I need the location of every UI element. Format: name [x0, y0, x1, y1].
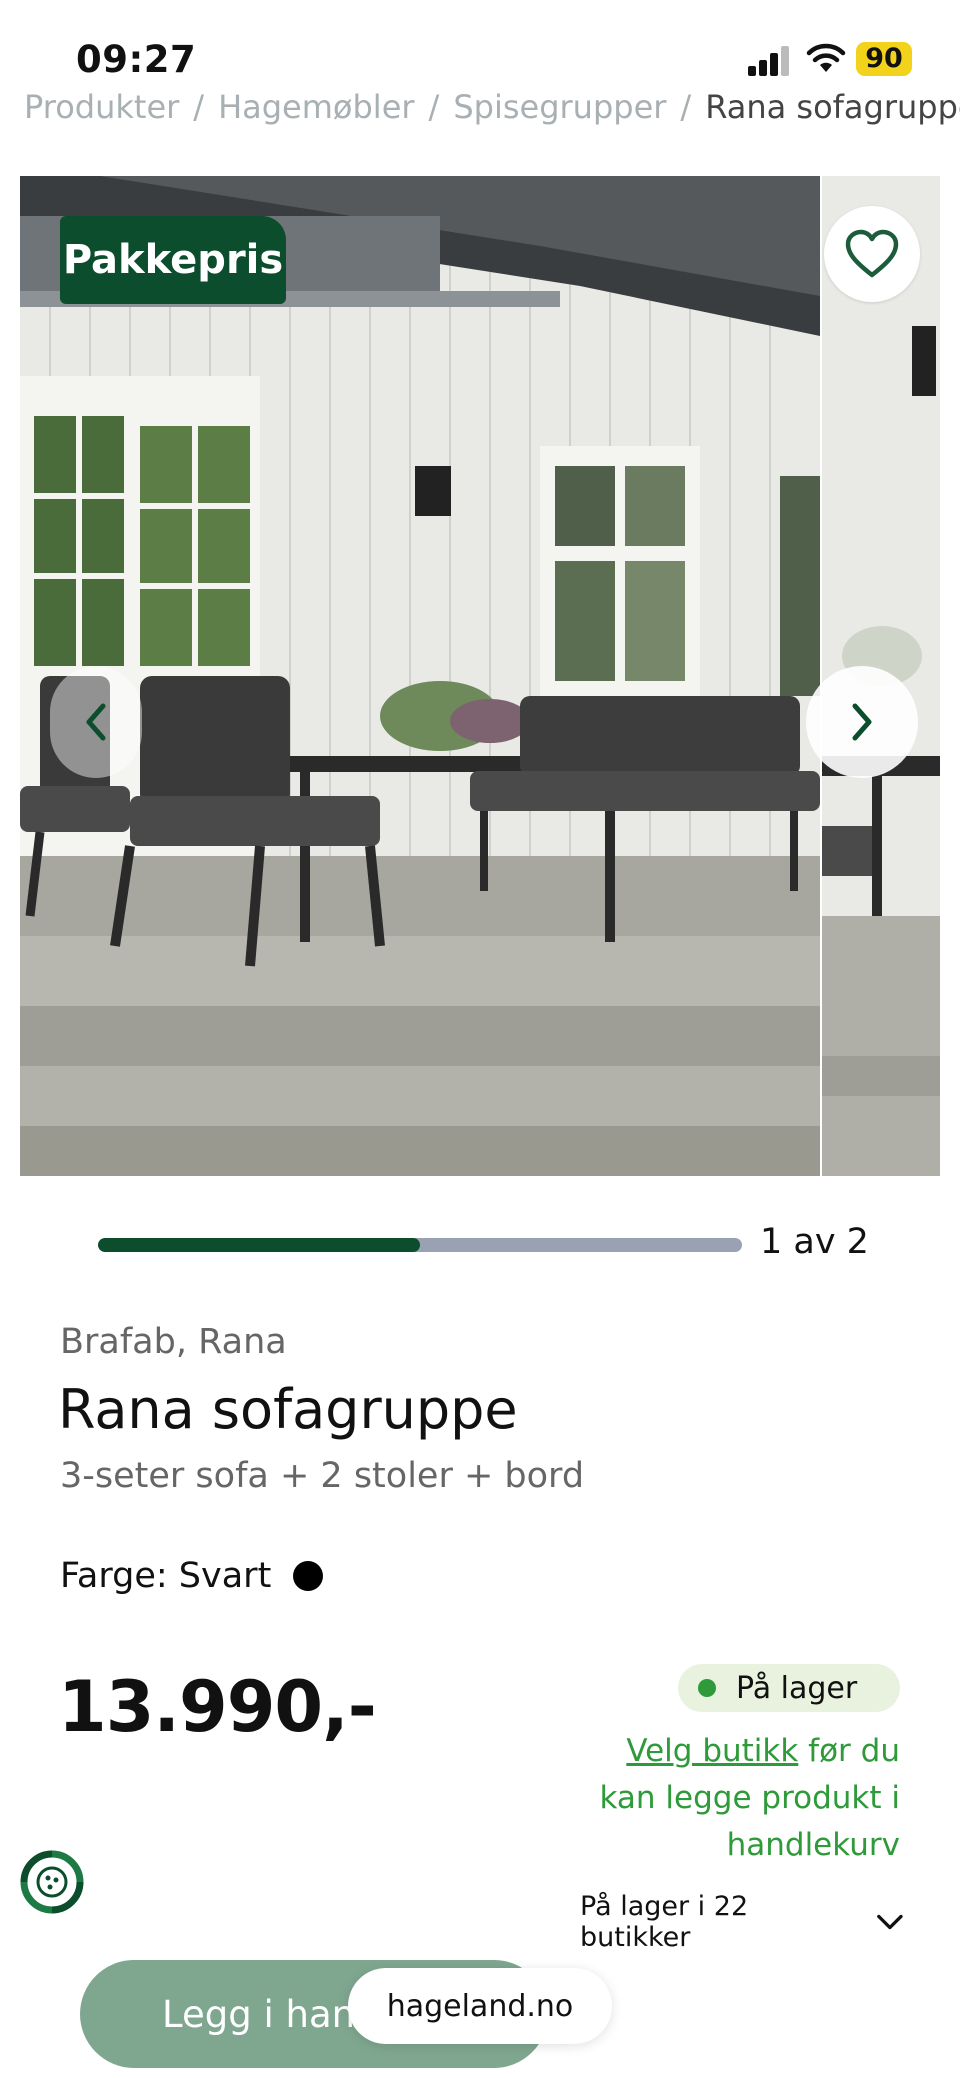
breadcrumb-separator: /	[680, 88, 692, 126]
breadcrumb: Produkter / Hagemøbler / Spisegrupper / Rana s…	[24, 88, 960, 128]
select-store-link[interactable]: Velg butikk	[626, 1733, 798, 1769]
status-time: 09:27	[76, 38, 197, 81]
stock-status-badge: På lager	[678, 1664, 900, 1712]
browser-address-pill[interactable]: hageland.no	[348, 1968, 612, 2044]
store-availability-toggle[interactable]: På lager i 22 butikker	[580, 1891, 904, 1953]
chevron-right-icon	[852, 703, 872, 741]
carousel-position-label: 1 av 2	[760, 1222, 869, 1262]
product-subtitle: 3-seter sofa + 2 stoler + bord	[60, 1456, 585, 1496]
battery-indicator: 90	[856, 42, 912, 76]
favorite-button[interactable]	[824, 206, 920, 302]
breadcrumb-separator: /	[193, 88, 205, 126]
breadcrumb-item-dining-sets[interactable]: Spisegrupper	[453, 88, 666, 126]
color-selector[interactable]: Farge: Svart	[60, 1556, 324, 1596]
store-note: Velg butikk før du kan legge produkt i h…	[590, 1728, 900, 1869]
color-swatch-black[interactable]	[293, 1561, 324, 1591]
cookie-settings-icon[interactable]	[18, 1848, 86, 1916]
carousel-progress-fill	[98, 1238, 420, 1252]
product-image	[20, 176, 820, 1176]
breadcrumb-item-current: Rana sofagruppe	[705, 88, 960, 126]
wifi-icon	[806, 43, 846, 72]
in-stock-dot-icon	[698, 1679, 716, 1697]
cellular-signal-icon	[748, 46, 792, 76]
stock-status-label: På lager	[736, 1670, 858, 1706]
breadcrumb-separator: /	[428, 88, 440, 126]
product-brand[interactable]: Brafab, Rana	[60, 1322, 287, 1362]
breadcrumb-item-garden-furniture[interactable]: Hagemøbler	[218, 88, 414, 126]
chevron-down-icon	[877, 1914, 903, 1930]
heart-icon	[845, 229, 899, 278]
image-carousel[interactable]: Pakkepris	[20, 176, 940, 1176]
chevron-left-icon	[86, 703, 106, 741]
carousel-prev-button[interactable]	[50, 666, 142, 778]
color-label: Farge: Svart	[60, 1556, 272, 1596]
product-price: 13.990,-	[58, 1666, 377, 1748]
store-availability-label: På lager i 22 butikker	[580, 1891, 749, 1953]
package-price-badge: Pakkepris	[60, 216, 286, 304]
carousel-progress-bar	[98, 1238, 742, 1252]
carousel-next-button[interactable]	[806, 666, 918, 778]
product-title: Rana sofagruppe	[58, 1378, 518, 1441]
breadcrumb-item-products[interactable]: Produkter	[24, 88, 179, 126]
